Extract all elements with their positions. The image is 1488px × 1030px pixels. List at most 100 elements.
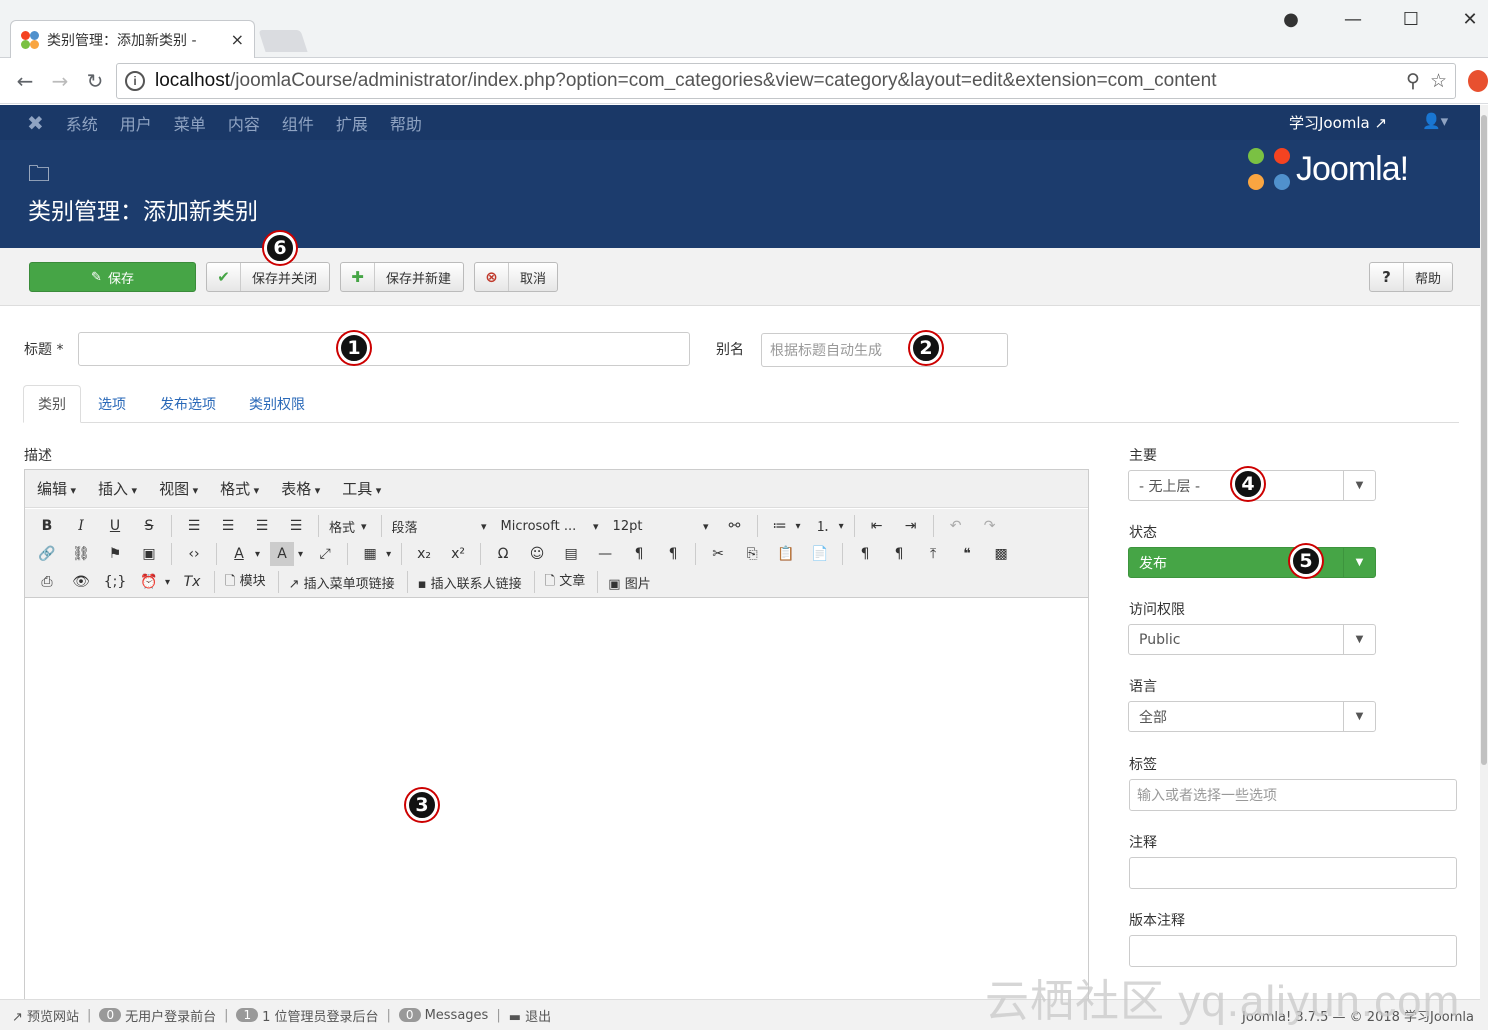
cut-icon[interactable]: ✂ <box>706 542 730 566</box>
image-button[interactable]: ▣ 图片 <box>608 573 650 592</box>
minimize-icon[interactable]: — <box>1338 8 1368 30</box>
tab-close-icon[interactable]: × <box>231 30 244 49</box>
font-family-select[interactable]: Microsoft ... <box>501 519 599 534</box>
editor-content-area[interactable] <box>25 599 1088 1008</box>
anchor-icon[interactable]: ⚑ <box>103 542 127 566</box>
note-input[interactable] <box>1129 857 1457 889</box>
menu-help[interactable]: 帮助 <box>390 111 422 135</box>
page-scrollbar[interactable] <box>1480 105 1488 1030</box>
show-blocks-icon[interactable]: ¶ <box>853 542 877 566</box>
paste-text-icon[interactable]: 📄 <box>808 542 832 566</box>
emoticons-icon[interactable]: ☺ <box>525 542 549 566</box>
browser-tab[interactable]: 类别管理：添加新类别 - × <box>10 20 255 58</box>
tags-input[interactable]: 输入或者选择一些选项 <box>1129 779 1457 811</box>
preview-site-link[interactable]: ↗ 预览网站 <box>12 1006 79 1025</box>
logout-link[interactable]: ▬ 退出 <box>509 1006 551 1025</box>
superscript-icon[interactable]: x² <box>446 542 470 566</box>
tab-category[interactable]: 类别 <box>23 385 81 423</box>
alias-input[interactable]: 根据标题自动生成 <box>761 333 1008 367</box>
editor-menu-edit[interactable]: 编辑 <box>37 478 76 499</box>
special-char-icon[interactable]: Ω <box>491 542 515 566</box>
editor-menu-insert[interactable]: 插入 <box>98 478 137 499</box>
help-button[interactable]: ? 帮助 <box>1369 262 1453 292</box>
insert-contact-link-button[interactable]: ▪ 插入联系人链接 <box>418 573 522 592</box>
rtl-icon[interactable]: ¶ <box>661 542 685 566</box>
ltr-icon[interactable]: ¶ <box>627 542 651 566</box>
site-link[interactable]: 学习Joomla ↗ <box>1289 112 1387 133</box>
font-size-select[interactable]: 12pt <box>613 519 709 534</box>
address-bar[interactable]: i localhost/joomlaCourse/administrator/i… <box>116 63 1456 99</box>
menu-system[interactable]: 系统 <box>66 111 98 135</box>
insert-upload-icon[interactable]: ⤒ <box>921 542 945 566</box>
version-note-input[interactable] <box>1129 935 1457 967</box>
background-color-icon[interactable]: A <box>270 542 295 566</box>
tab-options[interactable]: 选项 <box>84 385 140 423</box>
media-icon[interactable]: ▤ <box>559 542 583 566</box>
cancel-button[interactable]: ⊗ 取消 <box>474 262 558 292</box>
underline-icon[interactable]: U <box>103 514 127 538</box>
status-select[interactable]: 发布 ▼ <box>1128 547 1376 578</box>
title-input[interactable] <box>78 332 690 366</box>
bold-icon[interactable]: B <box>35 514 59 538</box>
tab-permissions[interactable]: 类别权限 <box>235 385 319 423</box>
bookmark-star-icon[interactable]: ☆ <box>1430 70 1447 93</box>
menu-content[interactable]: 内容 <box>228 111 260 135</box>
site-info-icon[interactable]: i <box>125 71 145 91</box>
formats-select[interactable]: 格式 <box>329 517 367 536</box>
messages-text[interactable]: Messages <box>425 1008 489 1023</box>
insert-menu-link-button[interactable]: ↗ 插入菜单项链接 <box>289 573 395 592</box>
reload-icon[interactable]: ↻ <box>82 68 108 94</box>
visitors-text[interactable]: 无用户登录前台 <box>125 1006 216 1025</box>
align-justify-icon[interactable]: ☰ <box>284 514 308 538</box>
language-select[interactable]: 全部 ▼ <box>1128 701 1376 732</box>
print-icon[interactable]: ⎙ <box>35 570 59 594</box>
bullet-list-icon[interactable]: ≔ <box>768 514 792 538</box>
strikethrough-icon[interactable]: S <box>137 514 161 538</box>
fullscreen-icon[interactable]: ⤢ <box>313 542 337 566</box>
find-replace-icon[interactable]: ⚯ <box>723 514 747 538</box>
visual-chars-icon[interactable]: ¶ <box>887 542 911 566</box>
italic-icon[interactable]: I <box>69 514 93 538</box>
editor-menu-tools[interactable]: 工具 <box>342 478 381 499</box>
unlink-icon[interactable]: ⛓ <box>69 542 93 566</box>
profile-icon[interactable]: ● <box>1276 8 1306 30</box>
menu-menus[interactable]: 菜单 <box>174 111 206 135</box>
insert-time-icon[interactable]: ⏰ <box>137 570 161 594</box>
menu-components[interactable]: 组件 <box>282 111 314 135</box>
tab-publishing[interactable]: 发布选项 <box>146 385 230 423</box>
menu-users[interactable]: 用户 <box>120 111 152 135</box>
zoom-icon[interactable]: ⚲ <box>1406 70 1420 93</box>
editor-menu-view[interactable]: 视图 <box>159 478 198 499</box>
align-center-icon[interactable]: ☰ <box>216 514 240 538</box>
code-sample-icon[interactable]: {;} <box>103 570 127 594</box>
save-button[interactable]: ✎ 保存 <box>29 262 196 292</box>
table-icon[interactable]: ▦ <box>358 542 382 566</box>
undo-icon[interactable]: ↶ <box>944 514 968 538</box>
align-right-icon[interactable]: ☰ <box>250 514 274 538</box>
outdent-icon[interactable]: ⇤ <box>865 514 889 538</box>
maximize-icon[interactable]: ☐ <box>1396 8 1426 30</box>
link-icon[interactable]: 🔗 <box>35 542 59 566</box>
clear-format-icon[interactable]: Tx <box>180 570 204 594</box>
copy-icon[interactable]: ⎘ <box>740 542 764 566</box>
block-select[interactable]: 段落 <box>392 517 487 536</box>
editor-menu-format[interactable]: 格式 <box>220 478 259 499</box>
forward-icon[interactable]: → <box>47 68 73 94</box>
code-icon[interactable]: ‹› <box>182 542 206 566</box>
joomla-menu-logo-icon[interactable]: ✖ <box>27 111 44 135</box>
indent-icon[interactable]: ⇥ <box>899 514 923 538</box>
close-window-icon[interactable]: ✕ <box>1455 8 1485 30</box>
preview-icon[interactable]: 👁 <box>69 570 93 594</box>
back-icon[interactable]: ← <box>12 68 38 94</box>
template-icon[interactable]: ▩ <box>989 542 1013 566</box>
editor-menu-table[interactable]: 表格 <box>281 478 320 499</box>
align-left-icon[interactable]: ☰ <box>182 514 206 538</box>
text-color-icon[interactable]: A <box>227 542 251 566</box>
menu-extensions[interactable]: 扩展 <box>336 111 368 135</box>
save-new-button[interactable]: ✚ 保存并新建 <box>340 262 464 292</box>
image-icon[interactable]: ▣ <box>137 542 161 566</box>
redo-icon[interactable]: ↷ <box>978 514 1002 538</box>
numbered-list-icon[interactable]: ⒈ <box>811 514 835 538</box>
new-tab-button[interactable] <box>258 30 308 52</box>
subscript-icon[interactable]: x₂ <box>412 542 436 566</box>
